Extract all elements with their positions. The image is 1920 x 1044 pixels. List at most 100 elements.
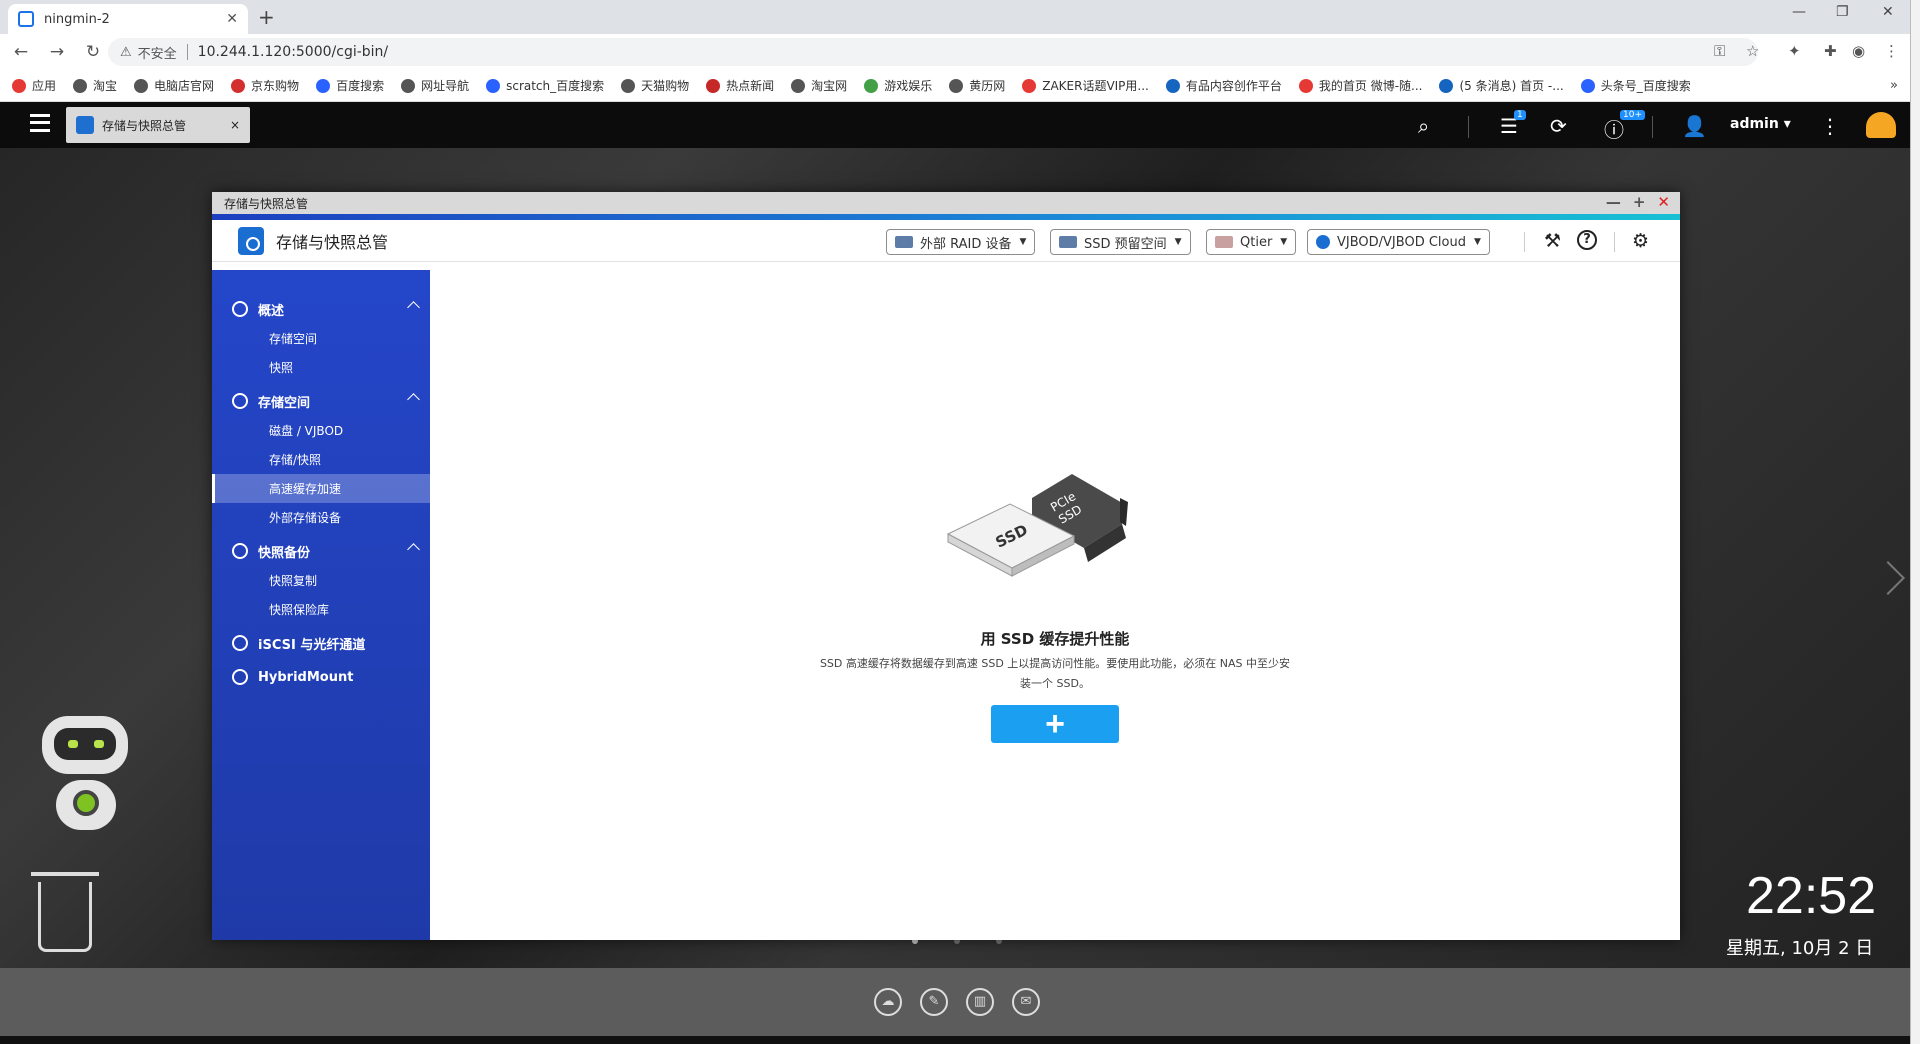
sidebar-item[interactable]: 存储空间 [212,324,430,353]
bookmark-label: (5 条消息) 首页 -... [1459,79,1564,93]
qnap-favicon-icon [18,11,34,27]
ssd-overprovisioning-dropdown[interactable]: SSD 预留空间 ▼ [1050,229,1191,255]
sidebar-item[interactable]: 磁盘 / VJBOD [212,416,430,445]
sidebar-group[interactable]: 快照备份 [212,536,430,566]
search-icon[interactable]: ⌕ [1418,114,1429,138]
bookmark-item[interactable]: 我的首页 微博-随... [1298,77,1422,94]
bookmark-item[interactable]: 黄历网 [949,77,1005,94]
bookmark-item[interactable]: 网址导航 [401,77,469,94]
url-input[interactable]: ⚠ 不安全 10.244.1.120:5000/cgi-bin/ [108,38,1758,66]
bookmark-item[interactable]: (5 条消息) 首页 -... [1439,77,1564,94]
create-cache-button[interactable]: + [991,705,1119,743]
key-icon[interactable]: ⚿ [1714,42,1725,60]
user-menu[interactable]: admin ▾ [1730,116,1791,132]
bookmark-item[interactable]: 百度搜索 [316,77,384,94]
browser-menu-icon[interactable]: ⋮ [1884,42,1899,60]
desktop-dock: ☁ ✎ ▥ ✉ [0,968,1920,1040]
chevron-up-icon[interactable] [407,393,420,406]
bookmark-item[interactable]: 淘宝 [73,77,117,94]
window-title-bar[interactable]: 存储与快照总管 — + ✕ [212,192,1680,214]
security-label[interactable]: 不安全 [138,43,177,62]
taskbar-app-tab[interactable]: 存储与快照总管 × [66,107,250,143]
browser-tab[interactable]: ningmin-2 ✕ [8,4,248,34]
sidebar-group[interactable]: 概述 [212,294,430,324]
account-icon[interactable]: ◉ [1852,42,1865,60]
bookmark-item[interactable]: ZAKER话题VIP用... [1022,77,1149,94]
bookmark-favicon-icon [231,78,246,93]
chevron-up-icon[interactable] [407,543,420,556]
bookmark-item[interactable]: 京东购物 [231,77,299,94]
sidebar-item[interactable]: 快照复制 [212,566,430,595]
robot-eye [68,740,78,748]
qtier-dropdown[interactable]: Qtier ▼ [1206,229,1297,255]
new-tab-button[interactable]: + [258,4,275,30]
sidebar-item[interactable]: 高速缓存加速 [212,474,430,503]
ssd-overprovisioning-label: SSD 预留空间 [1084,236,1167,252]
bookmark-label: 天猫购物 [641,79,690,93]
vjbod-dropdown[interactable]: VJBOD/VJBOD Cloud ▼ [1307,229,1490,255]
qboost-robot-icon[interactable] [30,716,142,846]
sidebar-item[interactable]: 快照 [212,353,430,382]
bookmark-item[interactable]: 天猫购物 [621,77,689,94]
bookmark-item[interactable]: 热点新闻 [706,77,774,94]
bookmark-item[interactable]: 淘宝网 [791,77,847,94]
dashboard-gauge-icon[interactable] [1866,112,1896,138]
restore-window-button[interactable]: ❐ [1836,4,1849,20]
help-icon[interactable]: ? [1577,230,1597,250]
bookmark-label: 黄历网 [969,79,1006,93]
robot-eye [94,740,104,748]
sidebar-item[interactable]: 快照保险库 [212,595,430,624]
notes-dock-icon[interactable]: ✉ [1012,988,1040,1016]
bookmark-item[interactable]: scratch_百度搜索 [486,77,604,94]
bookmark-label: 淘宝网 [811,79,848,93]
bookmark-item[interactable]: 有品内容创作平台 [1165,77,1282,94]
main-menu-icon[interactable] [30,114,50,132]
external-raid-dropdown[interactable]: 外部 RAID 设备 ▼ [886,229,1036,255]
extensions-puzzle-icon[interactable]: ✚ [1824,42,1837,60]
chevron-up-icon[interactable] [407,301,420,314]
sidebar-group[interactable]: iSCSI 与光纤通道 [212,628,430,658]
sidebar-group-icon [232,393,248,409]
bookmark-favicon-icon [706,78,721,93]
columns-dock-icon[interactable]: ▥ [966,988,994,1016]
extension-icon[interactable]: ✦ [1788,42,1801,60]
sync-icon[interactable]: ⟳ [1550,114,1567,138]
bookmark-item[interactable]: 应用 [12,77,56,94]
sidebar-item[interactable]: 外部存储设备 [212,503,430,532]
bookmark-item[interactable]: 游戏娱乐 [864,77,932,94]
recycle-bin-icon[interactable] [31,872,99,952]
cache-acceleration-panel: PCIe SSD SSD 用 SSD 缓存提升性能 SSD 高速缓存将数据缓存到… [430,270,1680,940]
close-app-button[interactable]: ✕ [1657,193,1670,211]
cloud-dock-icon[interactable]: ☁ [874,988,902,1016]
desktop-clock: 22:52 [1746,867,1877,925]
sidebar-group-label: 概述 [258,303,285,319]
reload-button[interactable]: ↻ [78,42,108,62]
bookmark-favicon-icon [1298,78,1313,93]
bookmark-label: 头条号_百度搜索 [1600,79,1691,93]
close-app-tab-icon[interactable]: × [230,118,240,132]
maximize-app-button[interactable]: + [1633,193,1646,211]
minimize-app-button[interactable]: — [1606,193,1621,211]
settings-gear-icon[interactable]: ⚙ [1632,230,1649,252]
minimize-window-button[interactable]: — [1792,4,1806,20]
tools-dock-icon[interactable]: ✎ [920,988,948,1016]
bookmark-favicon-icon [791,78,806,93]
back-button[interactable]: ← [6,42,36,62]
forward-button[interactable]: → [42,42,72,62]
storage-snapshots-window: 存储与快照总管 — + ✕ 存储与快照总管 外部 RAID 设备 ▼ SSD 预… [212,192,1680,940]
user-avatar-icon[interactable]: 👤 [1682,114,1707,138]
robot-core [73,790,99,816]
bookmarks-more-icon[interactable]: » [1890,78,1898,93]
bookmark-item[interactable]: 电脑店官网 [134,77,214,94]
bookmark-favicon-icon [401,78,416,93]
bookmark-item[interactable]: 头条号_百度搜索 [1580,77,1691,94]
sidebar-item[interactable]: 存储/快照 [212,445,430,474]
sidebar-group[interactable]: HybridMount [212,662,430,692]
tools-icon[interactable]: ⚒ [1544,230,1561,252]
close-tab-icon[interactable]: ✕ [226,11,238,27]
more-options-icon[interactable]: ⋮ [1820,114,1840,138]
header-divider [1614,232,1615,252]
sidebar-group[interactable]: 存储空间 [212,386,430,416]
bookmark-star-icon[interactable]: ☆ [1746,42,1759,60]
close-window-button[interactable]: ✕ [1882,4,1894,20]
